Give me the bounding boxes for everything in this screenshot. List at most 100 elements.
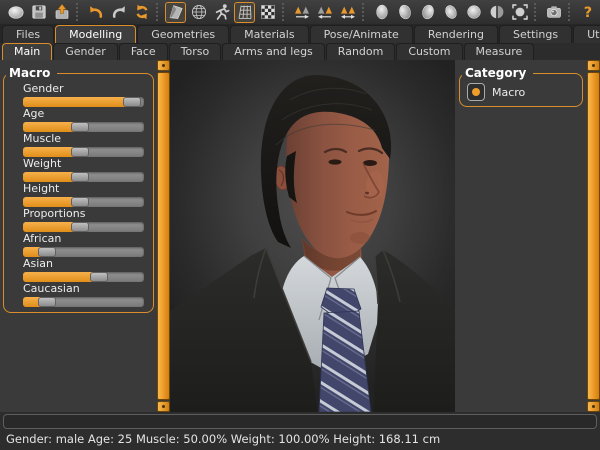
view-top-button[interactable] [463, 2, 484, 23]
tab-utilities[interactable]: Utilities [573, 25, 600, 43]
screenshot-icon [545, 3, 563, 21]
toolbar: ? [0, 0, 600, 24]
reset-button[interactable] [131, 2, 152, 23]
slider-handle[interactable] [38, 297, 56, 307]
symmetry-right-button[interactable] [291, 2, 312, 23]
tab-random[interactable]: Random [326, 43, 396, 60]
view-quarter-left-icon [396, 3, 414, 21]
scrollbar-up-button[interactable] [587, 60, 600, 71]
redo-button[interactable] [108, 2, 129, 23]
symmetry-both-button[interactable] [337, 2, 358, 23]
tab-measure[interactable]: Measure [464, 43, 535, 60]
slider-track[interactable] [23, 97, 144, 107]
pose-icon [213, 3, 231, 21]
slider-handle[interactable] [90, 272, 108, 282]
slider-proportions: Proportions [23, 208, 144, 232]
3d-viewport[interactable] [170, 60, 455, 412]
mesh-button[interactable] [5, 2, 26, 23]
slider-handle[interactable] [71, 147, 89, 157]
slider-handle[interactable] [71, 172, 89, 182]
slider-weight: Weight [23, 158, 144, 182]
scrollbar-thumb[interactable] [587, 72, 600, 400]
reset-icon [133, 3, 151, 21]
symmetry-left-button[interactable] [314, 2, 335, 23]
tab-materials[interactable]: Materials [230, 25, 308, 43]
right-panel-scrollbar[interactable] [587, 60, 600, 412]
tab-files[interactable]: Files [2, 25, 54, 43]
toolbar-separator [568, 3, 573, 21]
tab-settings[interactable]: Settings [499, 25, 572, 43]
view-split-icon [488, 3, 506, 21]
left-panel-scrollbar[interactable] [157, 60, 170, 412]
slider-label: Weight [23, 158, 144, 170]
view-front-button[interactable] [371, 2, 392, 23]
macro-panel: Macro GenderAgeMuscleWeightHeightProport… [0, 60, 157, 412]
slider-track[interactable] [23, 197, 144, 207]
scrollbar-up-button[interactable] [157, 60, 170, 71]
slider-label: Gender [23, 83, 144, 95]
slider-track[interactable] [23, 222, 144, 232]
slider-fill [23, 97, 132, 107]
model-chin-shade [350, 232, 370, 244]
toolbar-group [542, 2, 565, 23]
slider-handle[interactable] [38, 247, 56, 257]
tab-custom[interactable]: Custom [396, 43, 462, 60]
slider-handle[interactable] [123, 97, 141, 107]
view-quarter-right-button[interactable] [440, 2, 461, 23]
pose-button[interactable] [211, 2, 232, 23]
view-focus-button[interactable] [509, 2, 530, 23]
view-side-button[interactable] [417, 2, 438, 23]
tab-main[interactable]: Main [2, 43, 52, 60]
scrollbar-thumb[interactable] [157, 72, 170, 400]
tab-torso[interactable]: Torso [169, 43, 222, 60]
view-quarter-left-button[interactable] [394, 2, 415, 23]
tab-face[interactable]: Face [119, 43, 168, 60]
tab-gender[interactable]: Gender [53, 43, 118, 60]
symmetry-right-icon [293, 3, 311, 21]
slider-track[interactable] [23, 172, 144, 182]
slider-track[interactable] [23, 247, 144, 257]
undo-button[interactable] [85, 2, 106, 23]
slider-track[interactable] [23, 147, 144, 157]
category-option-macro[interactable]: Macro [465, 82, 577, 104]
toolbar-group [370, 2, 531, 23]
slider-label: Proportions [23, 208, 144, 220]
wireframe-button[interactable] [188, 2, 209, 23]
export-button[interactable] [51, 2, 72, 23]
tab-modelling[interactable]: Modelling [55, 25, 136, 43]
wireframe-icon [190, 3, 208, 21]
grid-button[interactable] [234, 2, 255, 23]
toolbar-separator [534, 3, 539, 21]
grid-icon [236, 3, 254, 21]
slider-handle[interactable] [71, 122, 89, 132]
save-button[interactable] [28, 2, 49, 23]
texture-button[interactable] [257, 2, 278, 23]
scrollbar-down-button[interactable] [157, 401, 170, 412]
main-area: Macro GenderAgeMuscleWeightHeightProport… [0, 60, 600, 412]
slider-track[interactable] [23, 272, 144, 282]
texture-icon [259, 3, 277, 21]
radio-button[interactable] [467, 83, 485, 101]
help-button[interactable]: ? [577, 2, 598, 23]
slider-handle[interactable] [71, 197, 89, 207]
tab-pose-animate[interactable]: Pose/Animate [310, 25, 413, 43]
slider-track[interactable] [23, 122, 144, 132]
scrollbar-down-button[interactable] [587, 401, 600, 412]
slider-handle[interactable] [71, 222, 89, 232]
model-nostril [365, 192, 369, 194]
symmetry-both-icon [339, 3, 357, 21]
slider-gender: Gender [23, 83, 144, 107]
tab-rendering[interactable]: Rendering [414, 25, 498, 43]
smooth-shading-icon [167, 3, 185, 21]
smooth-shading-button[interactable] [165, 2, 186, 23]
slider-label: Caucasian [23, 283, 144, 295]
slider-track[interactable] [23, 297, 144, 307]
view-split-button[interactable] [486, 2, 507, 23]
tab-arms-and-legs[interactable]: Arms and legs [222, 43, 325, 60]
category-panel: Category Macro [455, 60, 587, 412]
status-text: Gender: male Age: 25 Muscle: 50.00% Weig… [6, 432, 440, 446]
tab-geometries[interactable]: Geometries [137, 25, 229, 43]
slider-label: African [23, 233, 144, 245]
screenshot-button[interactable] [543, 2, 564, 23]
help-icon: ? [579, 3, 597, 21]
